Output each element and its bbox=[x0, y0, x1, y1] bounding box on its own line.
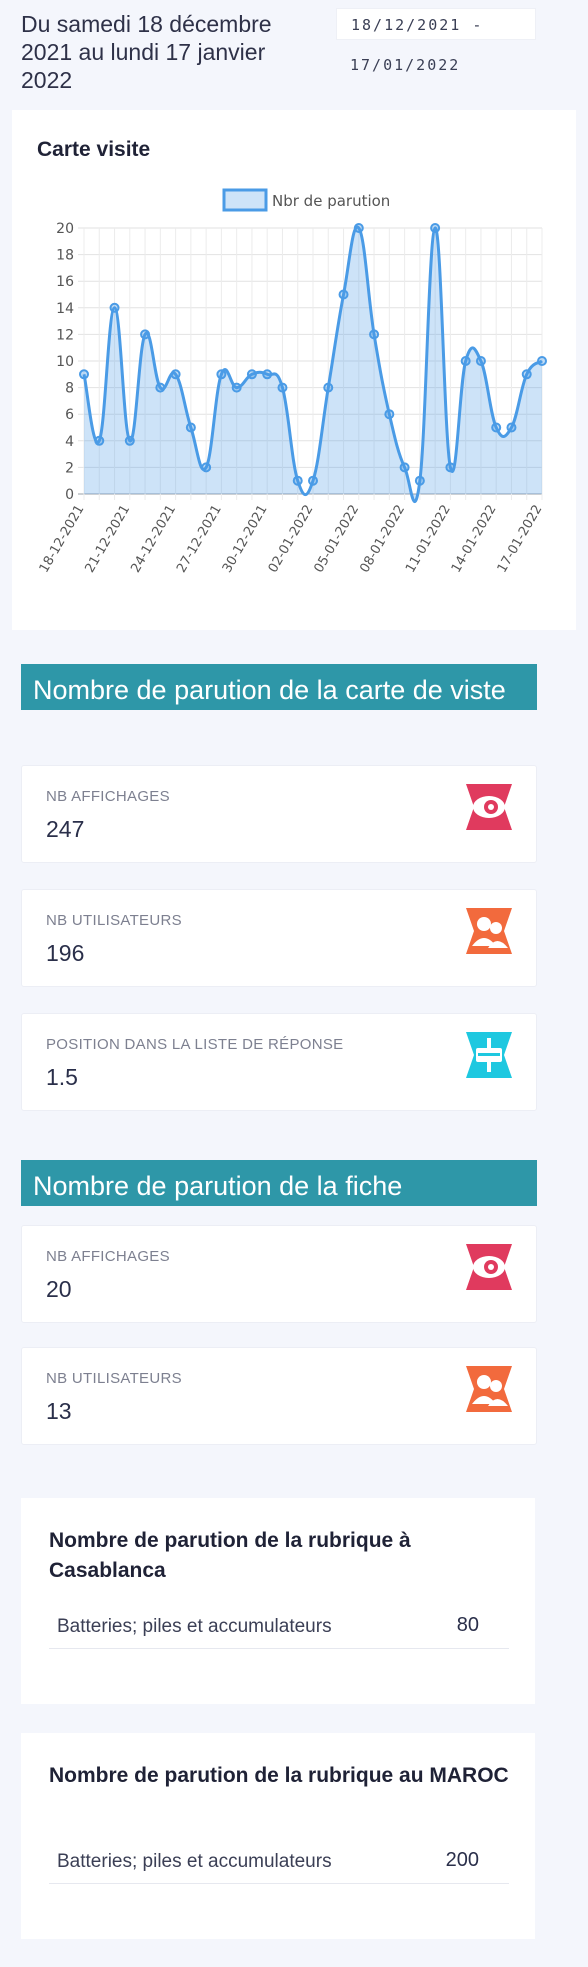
data-point bbox=[262, 369, 273, 380]
data-point bbox=[216, 369, 227, 380]
x-tick-label: 11-01-2022 bbox=[403, 503, 454, 576]
data-point bbox=[323, 382, 334, 393]
legend-label: Nbr de parution bbox=[272, 192, 390, 210]
data-point bbox=[460, 356, 471, 366]
rubric-row-label: Batteries; piles et accumulateurs bbox=[57, 1616, 332, 1637]
eye-icon bbox=[466, 784, 512, 830]
data-point bbox=[308, 475, 318, 486]
stat-value: 13 bbox=[46, 1398, 72, 1424]
stat-value: 247 bbox=[46, 816, 85, 842]
x-tick-label: 24-12-2021 bbox=[128, 503, 179, 576]
y-tick-label: 6 bbox=[65, 407, 74, 423]
data-point bbox=[170, 369, 181, 380]
date-range-text: Du samedi 18 décembre 2021 au lundi 17 j… bbox=[21, 11, 272, 93]
date-range-input[interactable]: 18/12/2021 - bbox=[336, 8, 536, 40]
stat-label: NB UTILISATEURS bbox=[46, 1370, 182, 1387]
y-tick-label: 18 bbox=[56, 248, 74, 264]
data-point bbox=[185, 422, 196, 433]
stat-card-utilisateurs-fiche: NB UTILISATEURS 13 bbox=[21, 1347, 537, 1445]
x-tick-label: 18-12-2021 bbox=[37, 503, 88, 576]
data-point bbox=[231, 382, 242, 393]
data-point bbox=[79, 369, 89, 380]
stat-value: 1.5 bbox=[46, 1064, 78, 1090]
x-tick-label: 05-01-2022 bbox=[311, 503, 362, 576]
y-tick-label: 14 bbox=[56, 301, 74, 317]
y-tick-label: 0 bbox=[65, 487, 74, 503]
section-header-fiche: Nombre de parution de la fiche bbox=[21, 1160, 537, 1206]
data-point bbox=[537, 356, 547, 366]
line-chart: 0 2 4 6 8 10 12 14 16 18 20 18-12-202121-12-202124-… bbox=[37, 188, 547, 576]
data-point bbox=[506, 422, 517, 433]
rubric-card-maroc: Nombre de parution de la rubrique au MAR… bbox=[21, 1733, 535, 1939]
y-tick-label: 10 bbox=[56, 354, 74, 370]
data-point bbox=[201, 462, 212, 473]
data-point bbox=[430, 223, 441, 233]
data-point bbox=[491, 422, 502, 433]
x-tick-label: 17-01-2022 bbox=[495, 503, 546, 576]
data-point bbox=[369, 329, 380, 340]
rubric-title: Nombre de parution de la rubrique à Casa… bbox=[49, 1529, 411, 1582]
users-icon bbox=[466, 1366, 512, 1412]
rubric-title: Nombre de parution de la rubrique au MAR… bbox=[49, 1764, 509, 1787]
data-point bbox=[109, 302, 120, 313]
position-icon bbox=[466, 1032, 512, 1078]
data-point bbox=[94, 435, 105, 446]
stat-card-position-carte: POSITION DANS LA LISTE DE RÉPONSE 1.5 bbox=[21, 1013, 537, 1111]
date-range-input-end[interactable]: 17/01/2022 bbox=[350, 56, 460, 74]
y-tick-label: 20 bbox=[56, 221, 74, 237]
x-tick-label: 14-01-2022 bbox=[449, 503, 500, 576]
x-tick-label: 08-01-2022 bbox=[357, 503, 408, 576]
stat-label: NB AFFICHAGES bbox=[46, 1248, 170, 1265]
data-point bbox=[155, 382, 166, 393]
x-tick-label: 30-12-2021 bbox=[220, 503, 271, 576]
stat-label: NB UTILISATEURS bbox=[46, 912, 182, 929]
data-point bbox=[246, 369, 257, 380]
data-point bbox=[338, 289, 349, 300]
chart-card: Carte visite 0 2 4 6 8 10 12 14 16 18 20 18-12-2021… bbox=[12, 110, 576, 630]
data-point bbox=[140, 329, 151, 340]
data-point bbox=[399, 462, 410, 473]
legend-swatch bbox=[222, 188, 268, 212]
rubric-row-value: 80 bbox=[456, 1614, 479, 1636]
y-tick-label: 12 bbox=[56, 327, 74, 343]
data-point bbox=[475, 356, 486, 366]
rubric-row-value: 200 bbox=[445, 1849, 479, 1871]
users-icon bbox=[466, 908, 512, 954]
stat-label: POSITION DANS LA LISTE DE RÉPONSE bbox=[46, 1036, 344, 1053]
y-tick-label: 4 bbox=[65, 434, 74, 450]
data-point bbox=[384, 409, 395, 420]
x-tick-label: 27-12-2021 bbox=[174, 503, 225, 576]
y-tick-label: 8 bbox=[65, 381, 74, 397]
y-tick-label: 2 bbox=[65, 460, 74, 476]
x-tick-label: 02-01-2022 bbox=[266, 503, 317, 576]
stat-value: 196 bbox=[46, 940, 85, 966]
stat-card-utilisateurs-carte: NB UTILISATEURS 196 bbox=[21, 889, 537, 987]
data-point bbox=[353, 223, 364, 233]
data-point bbox=[521, 369, 532, 380]
data-point bbox=[277, 382, 288, 393]
table-row: Batteries; piles et accumulateurs 200 bbox=[49, 1843, 509, 1884]
section-header-carte: Nombre de parution de la carte de viste bbox=[21, 664, 537, 710]
table-row: Batteries; piles et accumulateurs 80 bbox=[49, 1608, 509, 1649]
rubric-card-casablanca: Nombre de parution de la rubrique à Casa… bbox=[21, 1498, 535, 1704]
data-point bbox=[124, 435, 135, 446]
data-point bbox=[292, 475, 303, 486]
x-tick-label: 21-12-2021 bbox=[82, 503, 133, 576]
stat-card-affichages-carte: NB AFFICHAGES 247 bbox=[21, 765, 537, 863]
data-point bbox=[414, 475, 425, 486]
data-point bbox=[445, 462, 456, 473]
stat-label: NB AFFICHAGES bbox=[46, 788, 170, 805]
stat-card-affichages-fiche: NB AFFICHAGES 20 bbox=[21, 1225, 537, 1323]
eye-icon bbox=[466, 1244, 512, 1290]
stat-value: 20 bbox=[46, 1276, 72, 1302]
y-tick-label: 16 bbox=[56, 274, 74, 290]
rubric-row-label: Batteries; piles et accumulateurs bbox=[57, 1851, 332, 1872]
